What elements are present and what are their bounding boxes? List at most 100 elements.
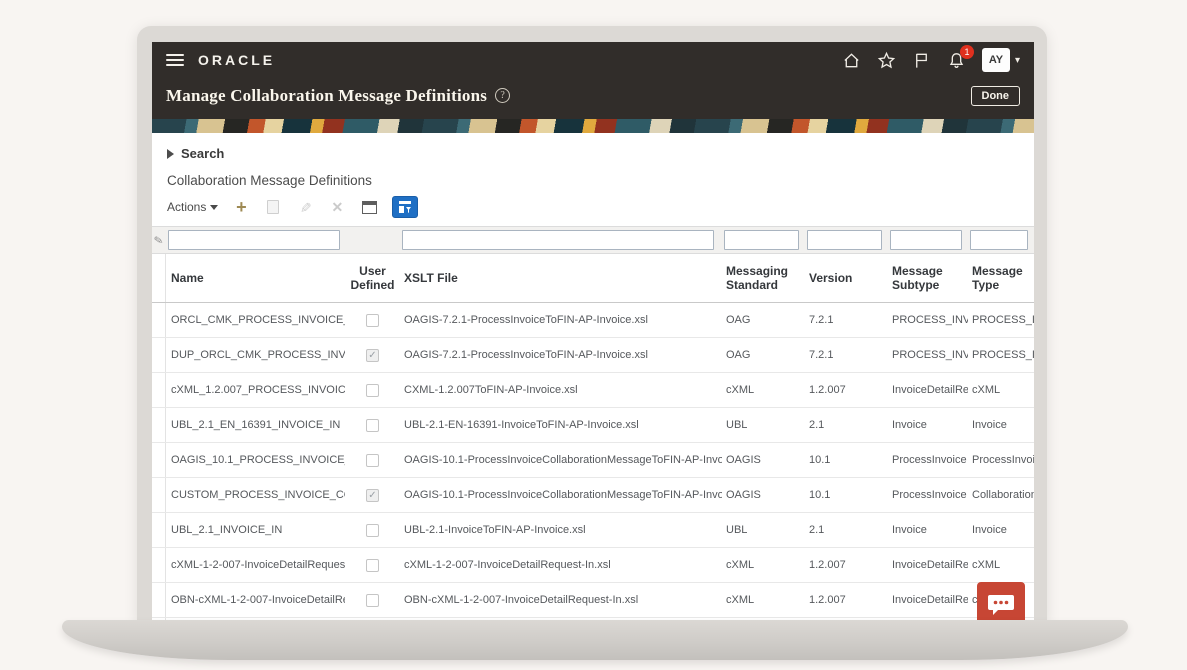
cell-name: UBL_2.1_EN_16391_INVOICE_IN xyxy=(166,408,345,442)
caret-down-icon xyxy=(210,205,218,210)
table-row[interactable]: cXML_1.2.007_PROCESS_INVOICE_IN CXML-1.2… xyxy=(152,373,1034,408)
column-header-message-subtype[interactable]: Message Subtype xyxy=(888,254,968,302)
cell-xslt-file: CXML-1.2.007ToFIN-AP-Invoice.xsl xyxy=(400,373,722,407)
table-row[interactable]: OAGIS_10.1_PROCESS_INVOICE_IN OAGIS-10.1… xyxy=(152,443,1034,478)
query-by-example-filter-button[interactable] xyxy=(392,196,418,218)
page-title-bar: Manage Collaboration Message Definitions… xyxy=(152,78,1034,119)
column-header-message-type[interactable]: Message Type xyxy=(968,254,1034,302)
cell-message-subtype: InvoiceDetailRe... xyxy=(888,373,968,407)
user-defined-checkbox[interactable] xyxy=(366,419,379,432)
column-header-version[interactable]: Version xyxy=(805,254,888,302)
cell-message-subtype: Invoice xyxy=(888,513,968,547)
flag-announcements-icon[interactable] xyxy=(912,51,931,70)
actions-menu-button[interactable]: Actions xyxy=(167,200,218,214)
filter-input-message-subtype[interactable] xyxy=(890,230,962,250)
table-row[interactable]: cXML-1-2-007-InvoiceDetailRequest-In cXM… xyxy=(152,548,1034,583)
cell-messaging-standard: OAGIS xyxy=(722,478,805,512)
cell-message-type: PROCESS_INV... xyxy=(968,338,1034,372)
done-button[interactable]: Done xyxy=(971,86,1021,106)
avatar[interactable]: AY xyxy=(982,48,1010,72)
feedback-chat-button[interactable] xyxy=(977,582,1025,620)
cell-message-type: Invoice xyxy=(968,408,1034,442)
cell-version: 1.2.007 xyxy=(805,583,888,617)
table-toolbar: Actions + ✎ ✕ xyxy=(152,190,1034,226)
cell-name: ORCL_CMK_PROCESS_INVOICE_002 xyxy=(166,303,345,337)
filter-input-version[interactable] xyxy=(807,230,882,250)
cell-version: 1.2.007 xyxy=(805,373,888,407)
user-defined-checkbox[interactable] xyxy=(366,559,379,572)
decorative-banner xyxy=(152,119,1034,133)
edit-pencil-icon[interactable]: ✎ xyxy=(296,198,314,216)
table-row[interactable]: UBL_2.1_INVOICE_IN UBL-2.1-InvoiceToFIN-… xyxy=(152,513,1034,548)
section-heading: Collaboration Message Definitions xyxy=(152,165,1034,190)
table-body: ORCL_CMK_PROCESS_INVOICE_002 OAGIS-7.2.1… xyxy=(152,303,1034,620)
cell-message-subtype: PROCESS_INV... xyxy=(888,303,968,337)
speech-bubble-icon xyxy=(986,592,1016,620)
column-header-xslt-file[interactable]: XSLT File xyxy=(400,254,722,302)
user-defined-checkbox[interactable] xyxy=(366,384,379,397)
user-menu[interactable]: AY ▾ xyxy=(982,48,1020,72)
cell-messaging-standard: UBL xyxy=(722,408,805,442)
cell-version: 2.1 xyxy=(805,408,888,442)
user-defined-checkbox[interactable] xyxy=(366,454,379,467)
cell-messaging-standard: cXML xyxy=(722,548,805,582)
cell-message-subtype: ProcessInvoice xyxy=(888,443,968,477)
cell-message-type: PROCESS_INV... xyxy=(968,303,1034,337)
home-icon[interactable] xyxy=(842,51,861,70)
filter-input-name[interactable] xyxy=(168,230,340,250)
bell-notifications-icon[interactable]: 1 xyxy=(947,51,966,70)
cell-xslt-file: OBN-cXML-1-2-007-InvoiceDetailRequest-In… xyxy=(400,583,722,617)
hamburger-menu-icon[interactable] xyxy=(166,54,184,66)
table-row[interactable]: CUSTOM_PROCESS_INVOICE_COLLA... ✓ OAGIS-… xyxy=(152,478,1034,513)
help-icon[interactable]: ? xyxy=(495,88,510,103)
actions-label: Actions xyxy=(167,200,206,214)
cell-name: cXML-1-2-007-InvoiceDetailRequest-In xyxy=(166,548,345,582)
cell-messaging-standard: OAGIS xyxy=(722,443,805,477)
oracle-logo: ORACLE xyxy=(198,52,275,68)
duplicate-icon[interactable] xyxy=(264,198,282,216)
cell-message-type: cXML xyxy=(968,548,1034,582)
cell-xslt-file: OAGIS-10.1-ProcessInvoiceCollaborationMe… xyxy=(400,443,722,477)
cell-message-type: CollaborationM... xyxy=(968,478,1034,512)
cell-xslt-file: cXML-1-2-007-InvoiceDetailRequest-In.xsl xyxy=(400,548,722,582)
add-icon[interactable]: + xyxy=(232,198,250,216)
table-row[interactable]: UBL_2.1_EN_16391_INVOICE_IN UBL-2.1-EN-1… xyxy=(152,408,1034,443)
cell-message-subtype: Invoice xyxy=(888,408,968,442)
column-header-user-defined[interactable]: User Defined xyxy=(345,254,400,302)
favorites-star-icon[interactable] xyxy=(877,51,896,70)
table-header-row: Name User Defined XSLT File Messaging St… xyxy=(152,254,1034,303)
cell-message-subtype: InvoiceDetailRe... xyxy=(888,583,968,617)
cell-name: UBL_2.1_INVOICE_IN xyxy=(166,513,345,547)
cell-xslt-file: OAGIS-7.2.1-ProcessInvoiceToFIN-AP-Invoi… xyxy=(400,303,722,337)
cell-messaging-standard: OAG xyxy=(722,303,805,337)
cell-messaging-standard: OAG xyxy=(722,338,805,372)
notification-badge: 1 xyxy=(960,45,974,59)
cell-version: 2.1 xyxy=(805,513,888,547)
user-defined-checkbox[interactable]: ✓ xyxy=(366,349,379,362)
cell-message-subtype: InvoiceDetailRe... xyxy=(888,548,968,582)
cell-version: 10.1 xyxy=(805,443,888,477)
column-header-messaging-standard[interactable]: Messaging Standard xyxy=(722,254,805,302)
cell-version: 10.1 xyxy=(805,478,888,512)
qbe-row-pencil-icon: ✎ xyxy=(153,233,164,247)
user-defined-checkbox[interactable]: ✓ xyxy=(366,489,379,502)
cell-messaging-standard: cXML xyxy=(722,373,805,407)
search-expander[interactable]: Search xyxy=(152,142,1034,165)
filter-input-message-type[interactable] xyxy=(970,230,1028,250)
filter-row: ✎ xyxy=(152,226,1034,254)
table-row[interactable]: DUP_ORCL_CMK_PROCESS_INVOICE... ✓ OAGIS-… xyxy=(152,338,1034,373)
detach-icon[interactable] xyxy=(360,198,378,216)
user-defined-checkbox[interactable] xyxy=(366,524,379,537)
cell-xslt-file: OAGIS-10.1-ProcessInvoiceCollaborationMe… xyxy=(400,478,722,512)
laptop-base xyxy=(62,620,1128,660)
user-defined-checkbox[interactable] xyxy=(366,594,379,607)
table-row[interactable]: ORCL_CMK_PROCESS_INVOICE_002 OAGIS-7.2.1… xyxy=(152,303,1034,338)
table-row[interactable]: OBN-cXML-1-2-007-InvoiceDetailReques... … xyxy=(152,583,1034,618)
delete-icon[interactable]: ✕ xyxy=(328,198,346,216)
filter-input-xslt-file[interactable] xyxy=(402,230,714,250)
column-header-name[interactable]: Name xyxy=(166,254,345,302)
user-defined-checkbox[interactable] xyxy=(366,314,379,327)
filter-input-messaging-standard[interactable] xyxy=(724,230,799,250)
cell-messaging-standard: cXML xyxy=(722,583,805,617)
app-screen: ORACLE 1 AY ▾ Manage Collaboration Messa… xyxy=(152,42,1034,620)
